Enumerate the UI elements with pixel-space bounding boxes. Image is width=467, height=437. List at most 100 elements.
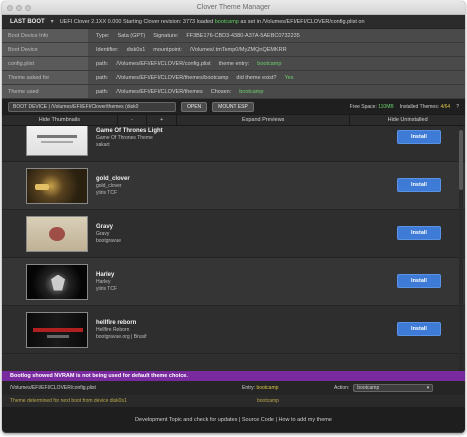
theme-thumbnail <box>26 167 88 204</box>
info-row-part: Sata (GPT) <box>117 32 146 39</box>
info-row-value: Type: Sata (GPT) Signature: FF3BE176-CBD3-4… <box>88 33 300 39</box>
info-row-value: path: /Volumes/EFI/EFI/CLOVER/config.plis… <box>88 61 281 67</box>
nvram-action-label: Action: <box>334 385 350 391</box>
theme-thumbnail <box>26 126 88 156</box>
info-row-part: path: <box>96 88 109 95</box>
theme-name: Harley <box>96 271 115 278</box>
info-row: config.plist path: /Volumes/EFI/EFI/CLOVER… <box>2 57 465 71</box>
theme-name: gold_clover <box>96 175 130 182</box>
nvram-config-path: /Volumes/EFI/EFI/CLOVER/config.plist <box>10 385 96 391</box>
theme-determined-bar: Theme determined for next boot from devi… <box>2 395 465 407</box>
last-boot-message-suffix: as set in /Volumes/EFI/EFI/CLOVER/config… <box>240 18 365 25</box>
last-boot-theme: bootcamp <box>214 18 239 25</box>
info-row-part: disk0s1 <box>126 46 146 53</box>
info-row-part: mountpoint: <box>153 46 183 53</box>
info-row-part: bootcamp <box>257 60 282 67</box>
scrollbar-thumb[interactable] <box>459 130 463 190</box>
install-button[interactable]: Install <box>397 178 441 192</box>
info-row-part: did theme exist? <box>236 74 277 81</box>
theme-list-item[interactable]: Game Of Thrones Light Game Of Thrones The… <box>2 126 465 162</box>
info-row-value: path: /Volumes/EFI/EFI/CLOVER/themes/boot… <box>88 75 293 81</box>
nvram-bar: /Volumes/EFI/EFI/CLOVER/config.plist Ent… <box>2 381 465 395</box>
expand-previews-button[interactable]: Expand Previews <box>177 115 351 125</box>
theme-description: Harley <box>96 278 111 285</box>
theme-name: hellfire reborn <box>96 319 137 326</box>
info-row-part: /Volumes/EFI/EFI/CLOVER/config.plist <box>116 60 211 67</box>
theme-description: Hellfire Reborn <box>96 326 130 333</box>
theme-meta: hellfire reborn Hellfire Reborn bootgravue… <box>96 320 147 340</box>
nvram-entry-value: bootcamp <box>256 385 279 391</box>
info-row-part: /Volumes/EFI/EFI/CLOVER/themes <box>116 88 203 95</box>
theme-meta: Harley Harley yiiris TCF <box>96 272 117 292</box>
theme-thumbnail <box>26 215 88 252</box>
free-space-label: Free Space: <box>349 103 377 110</box>
theme-list-item[interactable]: gold_clover gold_clover yiiris TCF Install <box>2 162 465 210</box>
boot-device-select-value: BOOT DEVICE | /Volumes/EFI/EFI/Clover/th… <box>13 103 139 110</box>
device-bar: BOOT DEVICE | /Volumes/EFI/EFI/Clover/th… <box>2 99 465 114</box>
theme-author: yiiris TCF <box>96 189 118 196</box>
info-row: Theme asked for path: /Volumes/EFI/EFI/CLO… <box>2 71 465 85</box>
mount-esp-button[interactable]: MOUNT ESP <box>212 101 254 112</box>
theme-name: Gravy <box>96 223 114 230</box>
shrink-thumbnails-button[interactable]: - <box>118 115 148 125</box>
hide-thumbnails-button[interactable]: Hide Thumbnails <box>2 115 118 125</box>
theme-author: bootgravue <box>96 237 122 244</box>
last-boot-bar: LAST BOOT ▾ UEFI Clover 2.1XX 0.000 Star… <box>2 15 465 29</box>
space-info: Free Space: 110MB Installed Themes: 4/64… <box>350 104 459 110</box>
info-row-part: Identifier: <box>96 46 119 53</box>
view-toolbar: Hide Thumbnails - + Expand Previews Hide… <box>2 114 465 126</box>
theme-thumbnail <box>26 263 88 300</box>
install-button[interactable]: Install <box>397 130 441 144</box>
info-row-value: path: /Volumes/EFI/EFI/CLOVER/themes Chose… <box>88 89 263 95</box>
last-boot-message-text: UEFI Clover 2.1XX 0.000 Starting Clover … <box>59 18 214 25</box>
boot-device-select[interactable]: BOOT DEVICE | /Volumes/EFI/EFI/Clover/th… <box>8 101 176 112</box>
info-row-part: Signature: <box>153 32 179 39</box>
info-row-part: theme entry: <box>218 60 250 67</box>
theme-list-item[interactable]: hellfire reborn Hellfire Reborn bootgravue… <box>2 306 465 354</box>
info-row-part: FF3BE176-CBD3-4380-A37A-5AEBC0732235 <box>186 32 300 39</box>
theme-author: bootgravue.org | Brusif <box>96 333 147 340</box>
info-row-label: Boot Device <box>2 43 88 56</box>
info-row: Theme used path: /Volumes/EFI/EFI/CLOVER/t… <box>2 85 465 99</box>
window-title: Clover Theme Manager <box>196 4 271 11</box>
title-bar: Clover Theme Manager <box>2 1 465 15</box>
nvram-entry: Entry: bootcamp <box>242 385 278 391</box>
nvram-alert: Bootlog showed NVRAM is not being used f… <box>2 371 465 381</box>
info-row-value: Identifier: disk0s1 mountpoint: /Volumes/.t… <box>88 47 287 53</box>
last-boot-label: LAST BOOT <box>10 18 45 25</box>
theme-list[interactable]: Game Of Thrones Light Game Of Thrones The… <box>2 126 465 371</box>
theme-author: yiiris TCF <box>96 285 118 292</box>
help-button[interactable]: ? <box>456 104 459 110</box>
info-row-part: path: <box>96 60 109 67</box>
nvram-action: Action: bootcamp ▾ <box>334 384 434 392</box>
open-button[interactable]: OPEN <box>181 101 208 112</box>
info-row-part: Type: <box>96 32 110 39</box>
install-button[interactable]: Install <box>397 322 441 336</box>
theme-author: sakart <box>96 141 110 148</box>
theme-description: gold_clover <box>96 182 122 189</box>
nvram-action-select[interactable]: bootcamp ▾ <box>353 384 434 392</box>
footer-links[interactable]: Development Topic and check for updates … <box>2 407 465 432</box>
chevron-down-icon[interactable]: ▾ <box>51 18 54 25</box>
theme-description: Game Of Thrones Theme <box>96 134 153 141</box>
chevron-down-icon: ▾ <box>426 385 430 391</box>
info-row-label: Boot Device Info <box>2 29 88 42</box>
install-button[interactable]: Install <box>397 274 441 288</box>
theme-list-item[interactable]: Harley Harley yiiris TCF Install <box>2 258 465 306</box>
info-row-part: Yes <box>284 74 294 81</box>
nvram-action-select-value: bootcamp <box>357 385 380 391</box>
theme-meta: Game Of Thrones Light Game Of Thrones The… <box>96 128 163 148</box>
theme-list-item[interactable]: Gravy Gravy bootgravue Install <box>2 210 465 258</box>
theme-determined-value: bootcamp <box>257 398 279 404</box>
theme-thumbnail <box>26 311 88 348</box>
last-boot-message: UEFI Clover 2.1XX 0.000 Starting Clover … <box>60 19 365 25</box>
grow-thumbnails-button[interactable]: + <box>147 115 178 125</box>
nvram-entry-label: Entry: <box>242 385 256 391</box>
info-row-part: bootcamp <box>239 88 264 95</box>
theme-description: Gravy <box>96 230 110 237</box>
free-space-value: 110MB <box>378 103 394 110</box>
install-button[interactable]: Install <box>397 226 441 240</box>
info-row-part: /Volumes/EFI/EFI/CLOVER/themes/bootcamp <box>116 74 229 81</box>
installed-themes-value: 4/64 <box>440 103 451 110</box>
hide-uninstalled-button[interactable]: Hide Uninstalled <box>350 115 465 125</box>
